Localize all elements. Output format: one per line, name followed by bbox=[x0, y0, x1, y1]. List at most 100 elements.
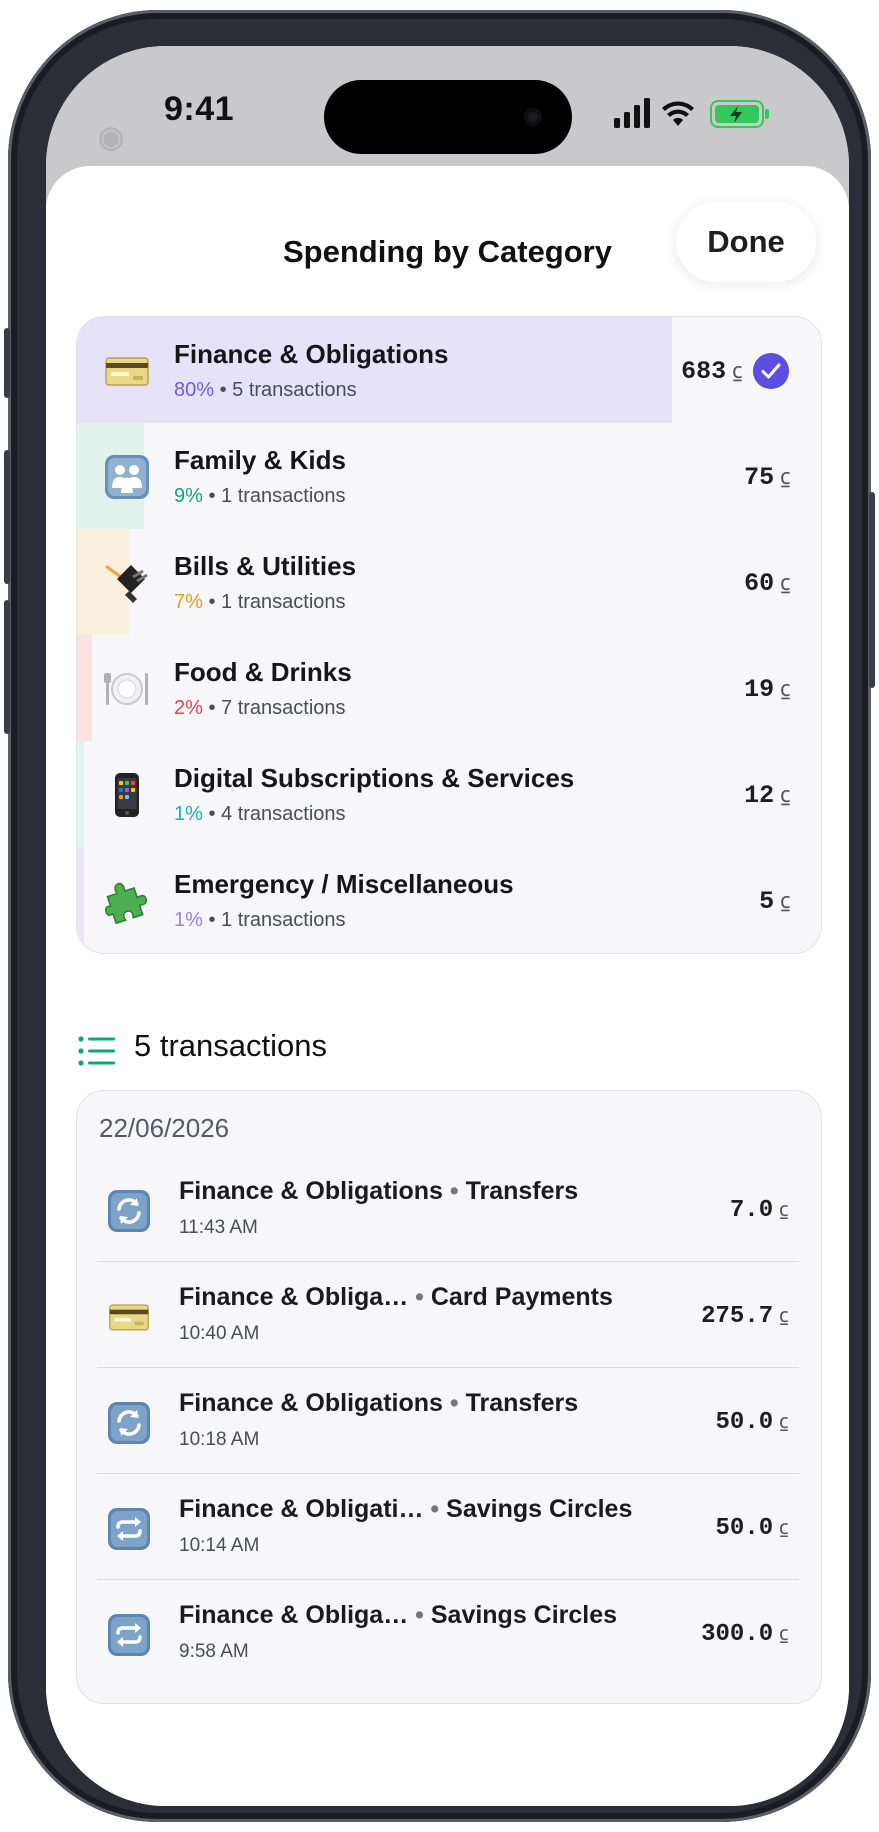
status-time: 9:41 bbox=[164, 90, 235, 128]
category-count: 1 transactions bbox=[221, 909, 346, 931]
transaction-category: Finance & Obliga… bbox=[179, 1601, 409, 1629]
amount-value: 683 bbox=[681, 357, 727, 386]
category-row[interactable]: Food & Drinks 2% • 7 transactions 19 ⃀ bbox=[77, 635, 821, 741]
amount-value: 19 bbox=[744, 675, 775, 704]
bullet-separator: • bbox=[442, 1177, 466, 1205]
transaction-amount: 300.0 ⃀ bbox=[701, 1619, 789, 1648]
category-name: Bills & Utilities bbox=[174, 551, 357, 581]
category-share-bar bbox=[77, 847, 84, 953]
transaction-title: Finance & Obligati… • Savings Circles bbox=[179, 1495, 632, 1524]
transaction-subcategory: Savings Circles bbox=[446, 1495, 633, 1523]
category-percent: 2% bbox=[174, 697, 203, 719]
transaction-row[interactable]: Finance & Obliga… • Savings Circles 9:58 … bbox=[97, 1579, 801, 1685]
category-amount: 19 ⃀ bbox=[744, 673, 791, 704]
bullet-separator: • bbox=[202, 909, 222, 931]
transaction-time: 10:18 AM bbox=[179, 1429, 260, 1450]
transaction-subcategory: Transfers bbox=[465, 1389, 579, 1417]
battery-icon bbox=[710, 100, 769, 128]
category-row[interactable]: Bills & Utilities 7% • 1 transactions 60 ⃀ bbox=[77, 529, 821, 635]
transaction-subcategory: Transfers bbox=[465, 1177, 579, 1205]
currency-symbol: ⃀ bbox=[779, 1621, 789, 1645]
category-amount: 75 ⃀ bbox=[744, 461, 791, 492]
category-subtitle: 2% • 7 transactions bbox=[174, 697, 346, 720]
dynamic-island bbox=[324, 80, 572, 154]
category-name: Digital Subscriptions & Services bbox=[174, 763, 575, 793]
action-button bbox=[4, 328, 10, 398]
category-count: 7 transactions bbox=[221, 697, 346, 719]
volume-up-button bbox=[4, 450, 10, 584]
transactions-header: 5 transactions bbox=[134, 1028, 327, 1063]
transaction-category: Finance & Obligations bbox=[179, 1389, 443, 1417]
category-percent: 9% bbox=[174, 485, 203, 507]
currency-symbol: ⃀ bbox=[780, 677, 791, 702]
amount-value: 7.0 bbox=[729, 1197, 774, 1224]
wifi-icon bbox=[662, 101, 694, 126]
category-percent: 1% bbox=[174, 909, 203, 931]
family-icon bbox=[103, 453, 151, 501]
phone-frame: ◉ 9:41 Spending by Category Done Finance… bbox=[4, 10, 875, 1822]
transaction-subcategory: Card Payments bbox=[430, 1283, 613, 1311]
transaction-time: 9:58 AM bbox=[179, 1641, 249, 1662]
transaction-amount: 50.0 ⃀ bbox=[716, 1407, 789, 1436]
bullet-separator: • bbox=[202, 591, 222, 613]
transaction-row[interactable]: Finance & Obligations • Transfers 11:43 A… bbox=[97, 1155, 801, 1261]
screen: ◉ 9:41 Spending by Category Done Finance… bbox=[46, 46, 849, 1806]
amount-value: 300.0 bbox=[701, 1621, 774, 1648]
category-list: Finance & Obligations 80% • 5 transaction… bbox=[76, 316, 822, 954]
currency-symbol: ⃀ bbox=[780, 465, 791, 490]
amount-value: 60 bbox=[744, 569, 775, 598]
category-name: Emergency / Miscellaneous bbox=[174, 869, 514, 899]
transaction-amount: 275.7 ⃀ bbox=[701, 1301, 789, 1330]
credit-card-icon bbox=[107, 1295, 151, 1339]
category-row[interactable]: Digital Subscriptions & Services 1% • 4 t… bbox=[77, 741, 821, 847]
transactions-date: 22/06/2026 bbox=[99, 1113, 230, 1143]
transaction-category: Finance & Obliga… bbox=[179, 1283, 409, 1311]
category-subtitle: 80% • 5 transactions bbox=[174, 379, 357, 402]
transaction-row[interactable]: Finance & Obligati… • Savings Circles 10:… bbox=[97, 1473, 801, 1579]
category-name: Finance & Obligations bbox=[174, 339, 449, 369]
bullet-separator: • bbox=[202, 697, 222, 719]
transaction-title: Finance & Obliga… • Savings Circles bbox=[179, 1601, 617, 1630]
category-percent: 1% bbox=[174, 803, 203, 825]
currency-symbol: ⃀ bbox=[779, 1515, 789, 1539]
plate-cutlery-icon bbox=[103, 665, 151, 713]
category-share-bar bbox=[77, 317, 672, 423]
transaction-row[interactable]: Finance & Obligations • Transfers 10:18 A… bbox=[97, 1367, 801, 1473]
camera-icon bbox=[524, 108, 542, 126]
bullet-separator: • bbox=[202, 803, 222, 825]
category-count: 5 transactions bbox=[232, 379, 357, 401]
refresh-icon bbox=[107, 1189, 151, 1233]
puzzle-piece-icon bbox=[103, 877, 151, 925]
transaction-time: 10:14 AM bbox=[179, 1535, 260, 1556]
amount-value: 12 bbox=[744, 781, 775, 810]
transaction-amount: 7.0 ⃀ bbox=[730, 1195, 789, 1224]
bullet-separator: • bbox=[423, 1495, 447, 1523]
amount-value: 75 bbox=[744, 463, 775, 492]
category-amount: 12 ⃀ bbox=[744, 779, 791, 810]
category-row[interactable]: Family & Kids 9% • 1 transactions 75 ⃀ bbox=[77, 423, 821, 529]
currency-symbol: ⃀ bbox=[732, 359, 743, 384]
repeat-icon bbox=[107, 1613, 151, 1657]
category-amount: 5 ⃀ bbox=[759, 885, 791, 916]
bullet-separator: • bbox=[408, 1283, 431, 1311]
category-name: Family & Kids bbox=[174, 445, 346, 475]
transaction-title: Finance & Obligations • Transfers bbox=[179, 1177, 578, 1206]
transaction-row[interactable]: Finance & Obliga… • Card Payments 10:40 A… bbox=[97, 1261, 801, 1367]
bullet-separator: • bbox=[442, 1389, 466, 1417]
transaction-category: Finance & Obligati… bbox=[179, 1495, 424, 1523]
credit-card-icon bbox=[103, 347, 151, 395]
status-icons bbox=[614, 98, 769, 128]
transaction-amount: 50.0 ⃀ bbox=[716, 1513, 789, 1542]
category-row[interactable]: Emergency / Miscellaneous 1% • 1 transact… bbox=[77, 847, 821, 953]
category-percent: 80% bbox=[174, 379, 215, 401]
category-amount: 60 ⃀ bbox=[744, 567, 791, 598]
done-button[interactable]: Done bbox=[676, 202, 816, 282]
category-subtitle: 7% • 1 transactions bbox=[174, 591, 346, 614]
amount-value: 50.0 bbox=[715, 1515, 774, 1542]
category-name: Food & Drinks bbox=[174, 657, 352, 687]
currency-symbol: ⃀ bbox=[780, 783, 791, 808]
category-row[interactable]: Finance & Obligations 80% • 5 transaction… bbox=[77, 317, 821, 423]
bullet-separator: • bbox=[408, 1601, 431, 1629]
category-percent: 7% bbox=[174, 591, 203, 613]
side-button bbox=[869, 492, 875, 688]
